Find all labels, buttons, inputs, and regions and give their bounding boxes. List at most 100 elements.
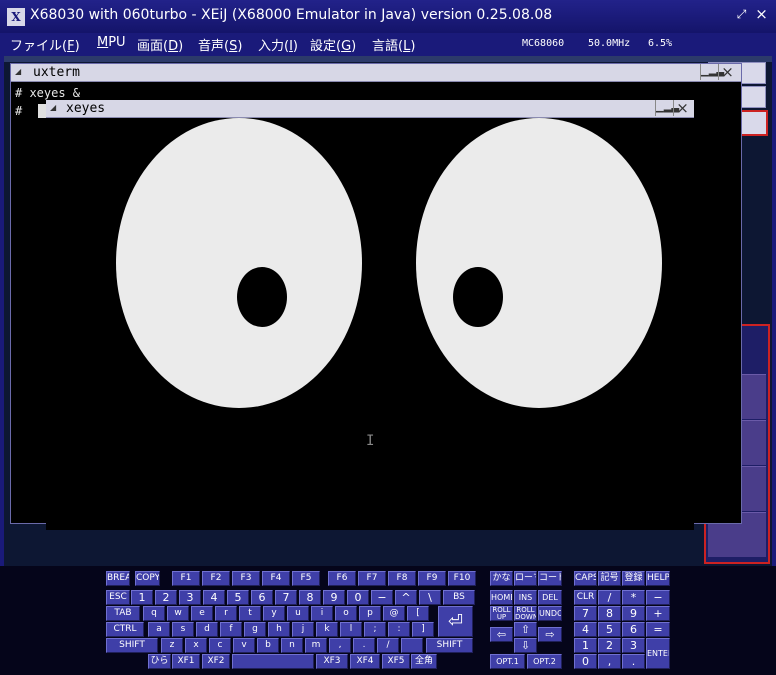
key-undo[interactable]: UNDO [538,606,562,621]
key-kigou[interactable]: 記号 [598,571,621,586]
key-z[interactable]: z [161,638,183,653]
key-k[interactable]: k [316,622,338,637]
menu-display[interactable]: 画面(D) [137,35,183,54]
key-zenkaku[interactable]: 全角 [411,654,437,669]
key-f1[interactable]: F1 [172,571,200,586]
key-kana[interactable]: かな [490,571,513,586]
key-bracket-right[interactable]: ] [412,622,434,637]
key-caps[interactable]: CAPS [574,571,597,586]
key-bracket-left[interactable]: [ [407,606,429,621]
key-8[interactable]: 8 [299,590,321,605]
key-a[interactable]: a [148,622,170,637]
key-p[interactable]: p [359,606,381,621]
key-hira[interactable]: ひら [148,654,171,669]
key-num-comma[interactable]: , [598,654,621,669]
key-shift-left[interactable]: SHIFT [106,638,158,653]
key-shift-right[interactable]: SHIFT [426,638,473,653]
key-tab[interactable]: TAB [106,606,140,621]
key-minus[interactable]: − [371,590,393,605]
key-ctrl[interactable]: CTRL [106,622,144,637]
key-9[interactable]: 9 [323,590,345,605]
key-opt2[interactable]: OPT.2 [527,654,562,669]
key-n[interactable]: n [281,638,303,653]
key-o[interactable]: o [335,606,357,621]
key-w[interactable]: w [167,606,189,621]
key-num-equals[interactable]: = [646,622,670,637]
key-right-arrow[interactable]: ⇨ [538,627,562,642]
key-num-2[interactable]: 2 [598,638,621,653]
key-xf2[interactable]: XF2 [202,654,230,669]
key-num-divide[interactable]: / [598,590,621,605]
key-d[interactable]: d [196,622,218,637]
close-icon[interactable]: × [718,64,736,80]
key-num-4[interactable]: 4 [574,622,597,637]
key-f4[interactable]: F4 [262,571,290,586]
key-underscore[interactable] [401,638,423,653]
key-m[interactable]: m [305,638,327,653]
key-esc[interactable]: ESC [106,590,130,605]
key-r[interactable]: r [215,606,237,621]
key-num-0[interactable]: 0 [574,654,597,669]
xeyes-window[interactable]: ◢ xeyes ▁▂▃ × [46,100,694,530]
key-num-multiply[interactable]: * [622,590,645,605]
key-num-7[interactable]: 7 [574,606,597,621]
key-j[interactable]: j [292,622,314,637]
key-f[interactable]: f [220,622,242,637]
menu-mpu[interactable]: MPU [97,35,126,50]
key-num-9[interactable]: 9 [622,606,645,621]
key-yen[interactable]: \ [419,590,441,605]
menu-language[interactable]: 言語(L) [372,35,415,54]
title-bar[interactable]: X X68030 with 060turbo - XEiJ (X68000 Em… [0,0,776,33]
key-3[interactable]: 3 [179,590,201,605]
key-6[interactable]: 6 [251,590,273,605]
key-2[interactable]: 2 [155,590,177,605]
key-break[interactable]: BREAK [106,571,130,586]
menu-triangle-icon[interactable]: ◢ [15,67,21,76]
key-4[interactable]: 4 [203,590,225,605]
key-romaji[interactable]: ローマ [514,571,537,586]
key-slash[interactable]: / [377,638,399,653]
key-xf5[interactable]: XF5 [382,654,410,669]
key-xf4[interactable]: XF4 [350,654,380,669]
key-clr[interactable]: CLR [574,590,597,605]
key-colon[interactable]: : [388,622,410,637]
key-l[interactable]: l [340,622,362,637]
key-roll-up[interactable]: ROLL UP [490,606,513,621]
key-num-8[interactable]: 8 [598,606,621,621]
key-x[interactable]: x [185,638,207,653]
menu-settings[interactable]: 設定(G) [310,35,356,54]
key-s[interactable]: s [172,622,194,637]
restore-icon[interactable]: ⤢ [735,8,748,21]
key-num-enter[interactable]: ENTER [646,638,670,669]
key-f8[interactable]: F8 [388,571,416,586]
key-e[interactable]: e [191,606,213,621]
key-f5[interactable]: F5 [292,571,320,586]
key-5[interactable]: 5 [227,590,249,605]
key-num-period[interactable]: . [622,654,645,669]
xeyes-title-bar[interactable]: ◢ xeyes ▁▂▃ × [46,100,694,118]
key-i[interactable]: i [311,606,333,621]
uxterm-window[interactable]: ◢ uxterm ▁▂▃ × # xeyes & # ◢ xeyes ▁▂▃ × [10,63,742,530]
uxterm-title-bar[interactable]: ◢ uxterm ▁▂▃ × [11,64,741,82]
key-period[interactable]: . [353,638,375,653]
emulated-screen[interactable]: es ◢ uxterm ▁▂▃ × # xeyes & # ◢ xeyes ▁▂… [4,56,772,566]
key-q[interactable]: q [143,606,165,621]
key-del[interactable]: DEL [538,590,562,605]
key-u[interactable]: u [287,606,309,621]
key-help[interactable]: HELP [646,571,670,586]
key-opt1[interactable]: OPT.1 [490,654,525,669]
key-code[interactable]: コード [538,571,562,586]
menu-triangle-icon[interactable]: ◢ [50,103,56,112]
close-icon[interactable]: × [673,100,691,116]
key-num-minus[interactable]: − [646,590,670,605]
key-y[interactable]: y [263,606,285,621]
key-num-plus[interactable]: + [646,606,670,621]
key-at[interactable]: @ [383,606,405,621]
key-copy[interactable]: COPY [135,571,160,586]
key-f3[interactable]: F3 [232,571,260,586]
close-icon[interactable]: × [755,7,768,22]
resize-icon[interactable]: ▁▂▃ [655,100,679,116]
key-backspace[interactable]: BS [443,590,475,605]
key-touroku[interactable]: 登録 [622,571,645,586]
key-f10[interactable]: F10 [448,571,476,586]
